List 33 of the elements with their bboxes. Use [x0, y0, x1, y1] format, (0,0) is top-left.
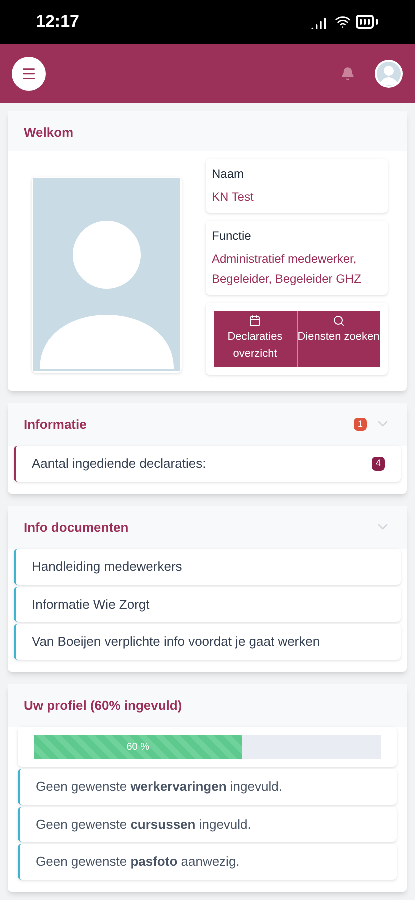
document-link[interactable]: Van Boeijen verplichte info voordat je gaat werken: [14, 624, 401, 660]
progress-label: 60 %: [126, 740, 150, 754]
search-icon: [332, 314, 345, 326]
action-button[interactable]: Declaraties overzicht: [214, 310, 296, 366]
menu-button[interactable]: [12, 56, 46, 90]
notification-badge: 1: [354, 418, 367, 431]
card-title: Info documenten: [24, 518, 129, 536]
clock: 12:17: [36, 11, 80, 34]
field-value: KN Test: [212, 188, 255, 206]
document-link[interactable]: Informatie Wie Zorgt: [14, 586, 401, 622]
item-label: Aantal ingediende declaraties:: [32, 455, 206, 473]
document-link[interactable]: Handleiding medewerkers: [14, 549, 401, 584]
card-title: Informatie: [24, 416, 87, 434]
action-button[interactable]: Diensten zoeken: [296, 310, 380, 366]
list-item[interactable]: Aantal ingediende declaraties: 4: [14, 446, 401, 482]
profile-placeholder-icon: [32, 176, 182, 372]
card-title: Welkom: [24, 125, 74, 140]
menu-icon: [21, 66, 37, 82]
card-title: Uw profiel (60% ingevuld): [24, 698, 182, 712]
profile-hint[interactable]: Geen gewenste werkervaringen ingevuld.: [18, 769, 397, 804]
hint-text: Geen gewenste werkervaringen ingevuld.: [36, 779, 282, 794]
hint-text: Geen gewenste pasfoto aanwezig.: [36, 854, 240, 869]
wifi-icon: [335, 14, 351, 30]
bell-icon[interactable]: [341, 66, 355, 80]
profile-hint[interactable]: Geen gewenste pasfoto aanwezig.: [18, 844, 397, 880]
avatar-icon[interactable]: [375, 60, 403, 88]
field-label: Naam: [212, 166, 246, 182]
calendar-icon: [249, 314, 262, 326]
count-badge: 4: [372, 457, 385, 470]
hint-text: Geen gewenste cursussen ingevuld.: [36, 816, 252, 832]
field-label: Functie: [212, 228, 252, 244]
profile-hint[interactable]: Geen gewenste cursussen ingevuld.: [18, 806, 397, 842]
field-value: Administratief medewerker, Begeleider, Begeleider GHZ: [212, 250, 362, 288]
